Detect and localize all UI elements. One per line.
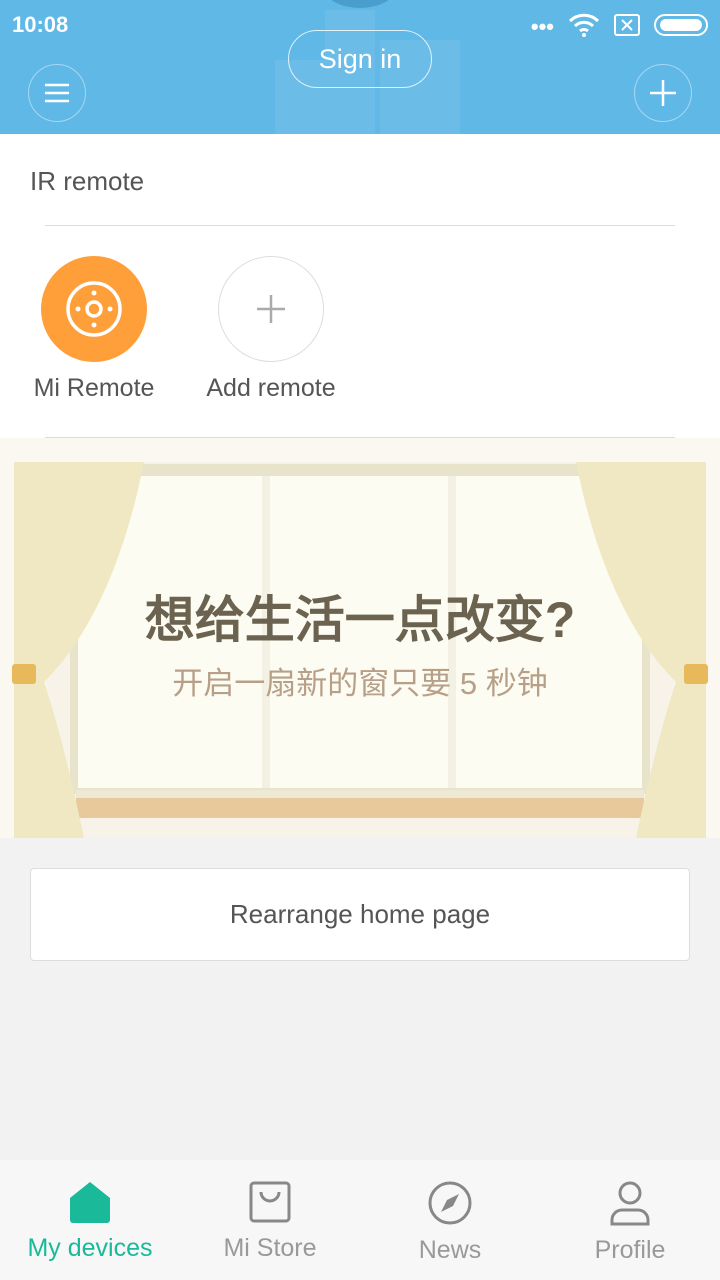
section-title: IR remote — [30, 166, 145, 196]
person-icon — [610, 1181, 650, 1226]
tab-label: News — [418, 1236, 482, 1264]
mi-remote-item[interactable]: Mi Remote — [4, 256, 184, 403]
promo-banner[interactable]: 想给生活一点改变? 开启一扇新的窗只要 5 秒钟 — [0, 438, 720, 838]
remote-label: Mi Remote — [33, 374, 155, 402]
plus-icon — [257, 295, 285, 323]
bottom-nav: My devices Mi Store News Profile — [0, 1160, 720, 1280]
tab-label: Mi Store — [223, 1234, 317, 1262]
compass-icon — [428, 1181, 472, 1225]
plus-icon — [650, 80, 676, 106]
tab-label: Profile — [594, 1236, 666, 1264]
status-time: 10:08 — [12, 12, 69, 37]
home-icon — [70, 1182, 110, 1223]
hamburger-menu-icon — [45, 83, 69, 103]
status-icons: ••• — [531, 10, 708, 40]
no-sim-icon — [614, 14, 640, 36]
shopping-bag-icon — [249, 1181, 291, 1223]
remote-icon-circle — [41, 256, 147, 362]
tab-label: My devices — [27, 1234, 153, 1262]
remote-control-icon — [66, 281, 122, 337]
more-dots-icon: ••• — [530, 14, 554, 39]
menu-button[interactable] — [28, 64, 86, 122]
rearrange-home-button[interactable]: Rearrange home page — [30, 868, 690, 961]
sign-in-button[interactable]: Sign in — [288, 30, 432, 88]
tab-news[interactable]: News — [360, 1160, 540, 1280]
header: 10:08 ••• Sign in — [0, 0, 720, 134]
ir-remote-card: IR remote Mi Remote Add remote — [0, 134, 720, 438]
tab-profile[interactable]: Profile — [540, 1160, 720, 1280]
banner-subline: 开启一扇新的窗只要 5 秒钟 — [172, 666, 548, 701]
wifi-icon — [568, 13, 600, 37]
tab-my-devices[interactable]: My devices — [0, 1160, 180, 1280]
add-remote-circle — [218, 256, 324, 362]
divider — [45, 225, 675, 226]
remote-label: Add remote — [206, 374, 336, 402]
add-device-button[interactable] — [634, 64, 692, 122]
battery-icon — [654, 14, 708, 36]
banner-headline: 想给生活一点改变? — [144, 592, 576, 648]
avatar-decoration — [325, 0, 395, 8]
tab-mi-store[interactable]: Mi Store — [180, 1160, 360, 1280]
add-remote-item[interactable]: Add remote — [181, 256, 361, 403]
